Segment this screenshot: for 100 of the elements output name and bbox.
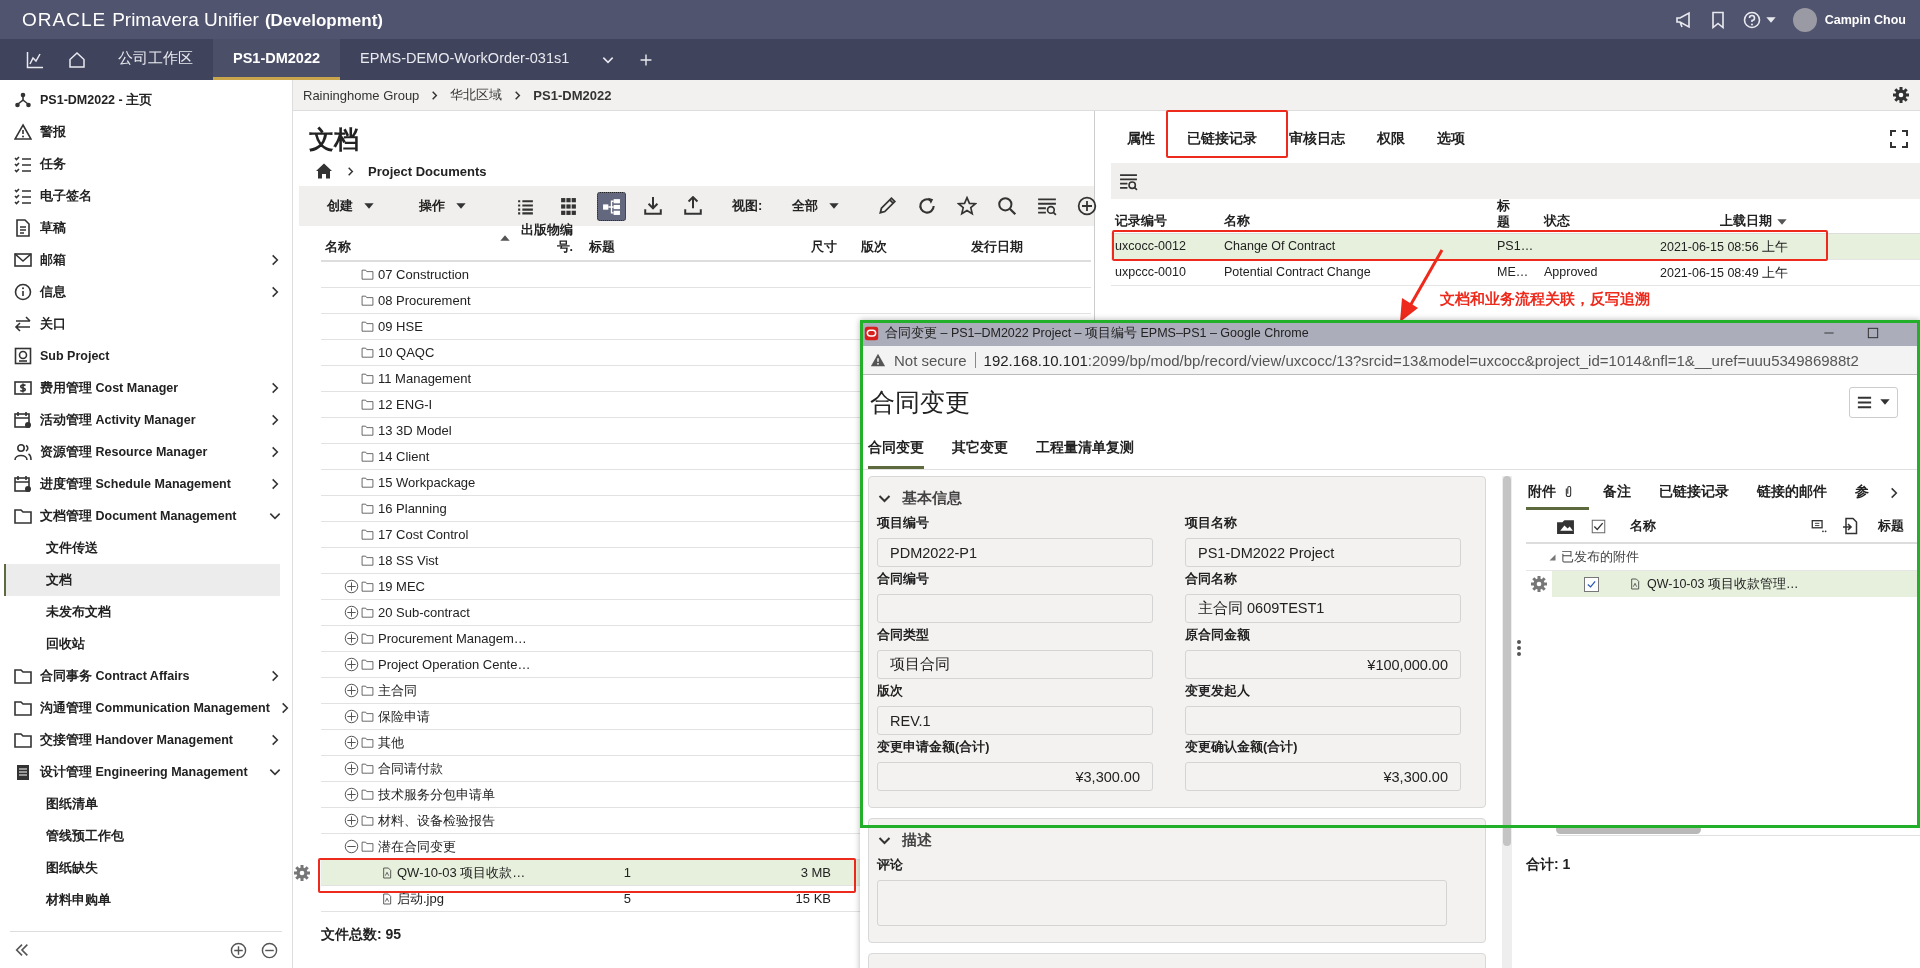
sidebar-subitem[interactable]: 图纸清单	[4, 788, 280, 820]
expand-icon[interactable]	[344, 813, 359, 828]
input-field[interactable]: PS1-DM2022 Project	[1185, 538, 1461, 567]
sidebar-item[interactable]: 资源管理 Resource Manager	[0, 436, 292, 468]
detail-tab[interactable]: 审核日志	[1273, 130, 1361, 148]
home-icon[interactable]	[68, 50, 86, 69]
avatar[interactable]	[1792, 7, 1817, 32]
input-field[interactable]: REV.1	[877, 706, 1153, 735]
filter-list-icon[interactable]	[1037, 196, 1058, 216]
column-header[interactable]: 名称	[1630, 517, 1809, 535]
fullscreen-icon[interactable]	[1890, 130, 1908, 148]
detail-tab[interactable]: 属性	[1111, 130, 1171, 148]
side-tab[interactable]: 链接的邮件	[1743, 476, 1841, 510]
column-header[interactable]: 名称	[1224, 213, 1250, 230]
file-link-icon[interactable]	[1842, 517, 1860, 535]
sidebar-item[interactable]: 任务	[0, 148, 292, 180]
input-field[interactable]: ¥3,300.00	[1185, 762, 1461, 791]
comment-icon[interactable]	[1809, 518, 1828, 534]
expand-icon[interactable]	[344, 787, 359, 802]
breadcrumb-link[interactable]: PS1-DM2022	[533, 87, 612, 103]
sidebar-subitem[interactable]: 图纸缺失	[4, 852, 280, 884]
sidebar-subitem[interactable]: 文档	[4, 564, 280, 596]
expand-icon[interactable]	[344, 579, 359, 594]
help-icon[interactable]	[1742, 10, 1761, 29]
address-bar[interactable]: Not secure 192.168.10.101:2099/bp/mod/bp/record/view/uxcocc/13?srcid=13&model=uxcocc&project_id=1014&nfl=1&__uref=uuu534986988t2	[860, 346, 1920, 375]
input-field[interactable]	[877, 880, 1447, 926]
download-icon[interactable]	[643, 196, 663, 216]
sidebar-item[interactable]: 文档管理 Document Management	[0, 500, 292, 532]
input-field[interactable]: 主合同 0609TEST1	[1185, 594, 1461, 623]
create-menu[interactable]: 创建	[327, 197, 375, 215]
megaphone-icon[interactable]	[1674, 10, 1693, 29]
add-icon[interactable]	[1077, 196, 1098, 216]
expand-icon[interactable]	[344, 735, 359, 750]
expand-icon[interactable]	[344, 761, 359, 776]
sidebar-item[interactable]: 电子签名	[0, 180, 292, 212]
sidebar-item[interactable]: 费用管理 Cost Manager	[0, 372, 292, 404]
input-field[interactable]	[1185, 706, 1461, 735]
workspace-tab[interactable]: PS1-DM2022	[213, 39, 341, 80]
sidebar-item[interactable]: 警报	[0, 116, 292, 148]
sidebar-subitem[interactable]: 回收站	[4, 628, 280, 660]
refresh-icon[interactable]	[917, 196, 938, 216]
group-label[interactable]: 已发布的附件	[1561, 548, 1639, 566]
column-header[interactable]: 状态	[1544, 213, 1570, 230]
sidebar-subitem[interactable]: 文件传送	[4, 532, 280, 564]
detail-tab[interactable]: 选项	[1421, 130, 1481, 148]
input-field[interactable]: ¥3,300.00	[877, 762, 1153, 791]
input-field[interactable]: ¥100,000.00	[1185, 650, 1461, 679]
column-header[interactable]: 标题	[1878, 517, 1904, 535]
scrollbar[interactable]	[1556, 825, 1701, 834]
document-row[interactable]: 07 Construction	[321, 262, 1091, 288]
scrollbar[interactable]	[1503, 476, 1511, 846]
record-row[interactable]: uxcocc-0012 Change Of Contract PS1… 2021-06-15 08:56 上午	[1111, 234, 1920, 260]
sidebar-item[interactable]: 合同事务 Contract Affairs	[0, 660, 292, 692]
sidebar-item[interactable]: 设计管理 Engineering Management	[0, 756, 292, 788]
column-header[interactable]: 出版物编号.	[521, 222, 573, 256]
sidebar-subitem[interactable]: 材料申购单	[4, 884, 280, 916]
menu-button[interactable]	[1849, 386, 1898, 418]
pencil-icon[interactable]	[877, 196, 898, 216]
column-header[interactable]: 记录编号	[1115, 213, 1167, 230]
folder-path[interactable]: Project Documents	[368, 163, 487, 179]
chart-icon[interactable]	[26, 50, 44, 69]
collapse-icon[interactable]	[344, 839, 359, 854]
side-tab[interactable]: 备注	[1589, 476, 1645, 510]
sidebar-item[interactable]: 草稿	[0, 212, 292, 244]
view-dropdown[interactable]: 全部	[792, 197, 841, 215]
search-icon[interactable]	[997, 196, 1018, 216]
sidebar-item[interactable]: Sub Project	[0, 340, 292, 372]
column-header[interactable]: 标题	[589, 239, 615, 256]
workspace-tab[interactable]: EPMS-DEMO-WorkOrder-031s1	[340, 39, 590, 80]
expand-icon[interactable]	[344, 605, 359, 620]
record-row[interactable]: uxpccc-0010 Potential Contract Change ME… Approved 2021-06-15 08:49 上午	[1111, 260, 1920, 286]
breadcrumb-link[interactable]: 华北区域	[450, 86, 503, 104]
side-tab[interactable]: 参	[1841, 476, 1883, 510]
column-header[interactable]: 版次	[861, 239, 887, 256]
expand-icon[interactable]	[344, 683, 359, 698]
input-field[interactable]: PDM2022-P1	[877, 538, 1153, 567]
zoom-in-icon[interactable]	[230, 941, 247, 959]
expanded-triangle-icon[interactable]	[1548, 552, 1557, 562]
detail-tab[interactable]: 权限	[1361, 130, 1421, 148]
column-header[interactable]: 上载日期	[1720, 213, 1772, 230]
form-tab[interactable]: 合同变更	[868, 429, 924, 469]
sidebar-item[interactable]: 关口	[0, 308, 292, 340]
sidebar-item[interactable]: 沟通管理 Communication Management	[0, 692, 292, 724]
column-header[interactable]: 标题	[1497, 197, 1511, 230]
star-icon[interactable]	[957, 196, 978, 216]
upload-icon[interactable]	[683, 196, 703, 216]
user-name[interactable]: Campin Chou	[1824, 12, 1906, 27]
sidebar-item[interactable]: 信息	[0, 276, 292, 308]
sidebar-item[interactable]: PS1-DM2022 - 主页	[0, 84, 292, 116]
input-field[interactable]: 项目合同	[877, 650, 1153, 679]
sidebar-item[interactable]: 交接管理 Handover Management	[0, 724, 292, 756]
actions-menu[interactable]: 操作	[419, 197, 467, 215]
side-tab[interactable]: 附件	[1526, 476, 1589, 510]
breadcrumb-link[interactable]: Raininghome Group	[303, 87, 420, 103]
attachment-row[interactable]: QW-10-03 项目收款管理…	[1552, 571, 1920, 597]
expand-icon[interactable]	[344, 631, 359, 646]
sidebar-item[interactable]: 进度管理 Schedule Management	[0, 468, 292, 500]
gear-icon[interactable]	[1892, 86, 1910, 104]
maximize-icon[interactable]	[1866, 326, 1880, 340]
home-icon[interactable]	[315, 162, 333, 180]
